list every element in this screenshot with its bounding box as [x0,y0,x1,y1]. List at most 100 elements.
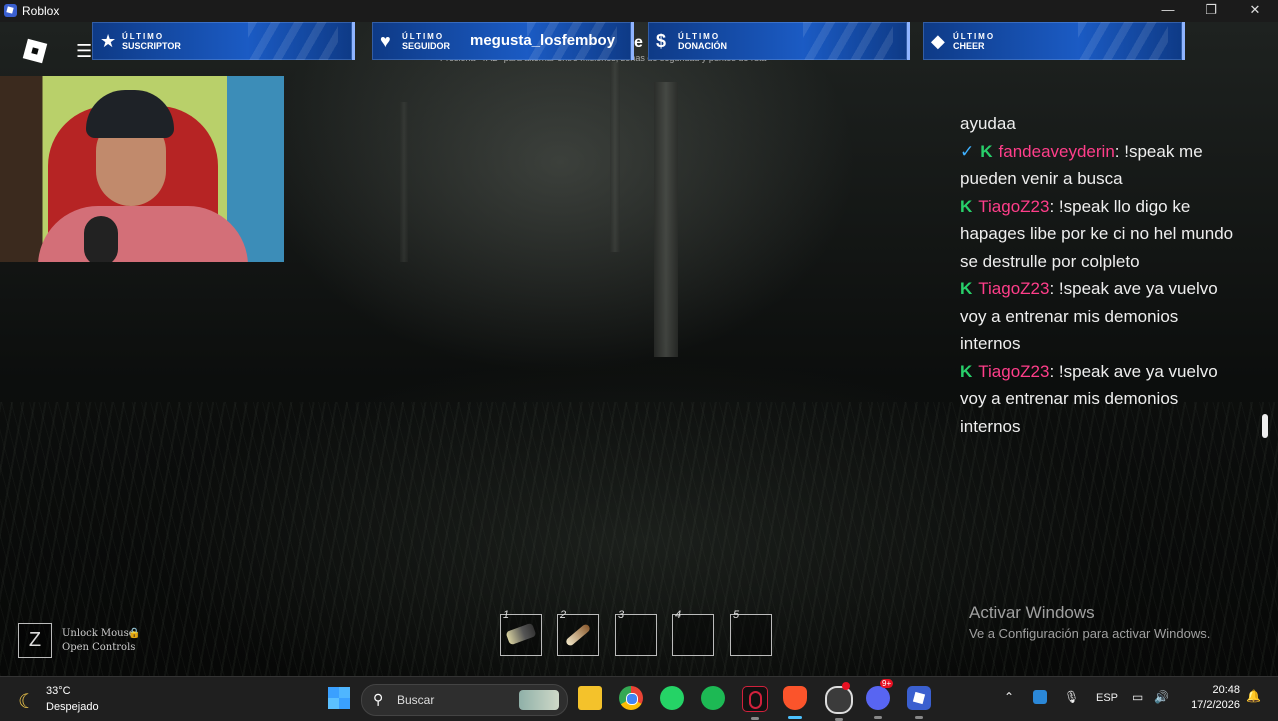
network-icon[interactable]: ▭ [1132,690,1143,704]
tree-trunk [400,102,408,262]
hotbar-slot-1[interactable]: 1 [500,609,542,656]
activate-windows-watermark: Activar Windows Ve a Configuración para … [969,603,1210,641]
chat-message: K TiagoZ23: !speak ave ya vuelvo voy a en… [960,358,1240,441]
dollar-icon: $ [656,31,667,51]
torch-icon [564,622,592,648]
latest-cheer-alert: ◆ ÚLTIMO CHEER [923,22,1185,60]
watermark-subtitle: Ve a Configuración para activar Windows. [969,626,1211,641]
lock-icon: 🔒 [128,628,141,639]
obscured-text: e [634,34,643,51]
heart-icon: ♥ [380,31,391,51]
latest-follower-name: megusta_losfemboy [470,32,616,49]
slot-number: 4 [675,609,682,621]
alert-label-bottom: SUSCRIPTOR [122,41,181,51]
alert-label-bottom: SEGUIDOR [402,41,451,51]
sword-badge-icon: ✓ [960,141,975,161]
watermark-title: Activar Windows [969,603,1095,622]
slot-number: 3 [618,609,625,621]
chat-message: ✓ Kfandeaveyderin: !speak me pueden venir… [960,138,1240,193]
search-icon: ⚲ [373,691,384,707]
alert-label-bottom: CHEER [953,41,985,51]
latest-subscriber-alert: ★ ÚLTIMO SUSCRIPTOR [92,22,355,60]
window-title: Roblox [22,4,60,18]
search-highlight-image [519,690,559,710]
brave-icon[interactable] [783,686,807,719]
chat-username: TiagoZ23 [978,361,1050,381]
obs-icon[interactable] [825,682,853,721]
chat-message: ayudaa [960,110,1240,138]
chat-scrollbar[interactable] [1262,414,1268,438]
tree-trunk [610,62,620,252]
weather-condition: Despejado [46,701,99,713]
tree-trunk [654,82,678,357]
slot-number: 1 [503,609,510,621]
opera-gx-icon[interactable] [742,686,768,720]
running-indicator [874,716,882,719]
discord-badge: 9+ [880,679,894,688]
streamer-cap [86,90,174,138]
slot-number: 5 [733,609,740,621]
hotbar-slot-2[interactable]: 2 [557,609,599,656]
microphone-icon[interactable]: 🎙 [1064,690,1079,704]
roblox-app-icon [4,4,17,17]
hotbar-slot-3[interactable]: 3 [615,609,657,656]
alert-label-top: ÚLTIMO [402,32,445,41]
z-key-icon: Z [18,623,52,658]
kick-badge-icon: K [960,196,973,216]
kick-badge-icon: K [960,361,973,381]
discord-icon[interactable]: 9+ [866,679,894,719]
chevron-up-icon[interactable]: ⌃ [1004,690,1014,704]
stream-chat-overlay: ayudaa ✓ Kfandeaveyderin: !speak me puede… [960,110,1240,440]
file-explorer-icon[interactable] [578,686,602,710]
clock-date: 17/2/2026 [1191,699,1240,711]
unlock-mouse-label: Unlock Mouse [62,628,135,639]
kick-badge-icon: K [980,141,993,161]
moon-icon: ☾ [18,691,36,713]
chat-message-text: ayudaa [960,114,1016,133]
volume-icon[interactable]: 🔊 [1154,690,1169,704]
security-shield-icon[interactable] [1033,690,1047,704]
chat-message: K TiagoZ23: !speak llo digo ke hapages li… [960,193,1240,276]
minimize-button[interactable]: — [1146,0,1190,22]
spotify-icon[interactable] [701,686,725,710]
weather-temperature: 33°C [46,685,71,697]
running-indicator [915,716,923,719]
webcam-overlay [0,76,284,262]
hotbar-slot-5[interactable]: 5 [730,609,772,656]
slot-number: 2 [560,609,567,621]
windows-start-icon[interactable] [328,687,350,709]
windows-taskbar: ☾ 33°C Despejado ⚲ Buscar 9+ ⌃ 🎙 ESP ▭ 🔊… [0,676,1278,721]
language-indicator[interactable]: ESP [1096,692,1118,704]
title-bar: Roblox — ❐ ✕ [0,0,1278,22]
hotbar-slot-4[interactable]: 4 [672,609,714,656]
open-controls-label: Open Controls [62,642,136,653]
alert-label-top: ÚLTIMO [953,32,996,41]
alert-label-bottom: DONACIÓN [678,41,727,51]
hamburger-menu-icon[interactable]: ☰ [76,41,92,62]
maximize-button[interactable]: ❐ [1189,0,1233,22]
chat-username: fandeaveyderin [998,141,1115,161]
search-placeholder: Buscar [397,693,435,707]
clock-time: 20:48 [1212,684,1240,696]
latest-donation-alert: $ ÚLTIMO DONACIÓN [648,22,910,60]
flashlight-icon [505,622,537,646]
diamond-icon: ◆ [931,31,945,51]
microphone [84,216,118,262]
kick-badge-icon: K [960,279,973,298]
alert-label-top: ÚLTIMO [678,32,721,41]
system-clock[interactable]: 20:48 17/2/2026 [1184,683,1240,713]
roblox-taskbar-icon[interactable] [907,686,931,719]
active-indicator [788,716,802,719]
notification-bell-icon[interactable]: 🔔 [1246,689,1261,703]
chat-message: K TiagoZ23: !speak ave ya vuelvo voy a en… [960,275,1240,358]
whatsapp-icon[interactable] [660,686,684,710]
chat-username: TiagoZ23 [978,279,1050,298]
chat-username: TiagoZ23 [978,196,1050,216]
alert-label-top: ÚLTIMO [122,32,165,41]
latest-follower-alert: ♥ ÚLTIMO SEGUIDOR megusta_losfemboy [372,22,634,60]
chrome-icon[interactable] [619,686,643,710]
star-icon: ★ [100,31,117,51]
streamer-body [38,206,248,262]
taskbar-search[interactable]: ⚲ Buscar [361,684,568,716]
close-button[interactable]: ✕ [1233,0,1277,22]
